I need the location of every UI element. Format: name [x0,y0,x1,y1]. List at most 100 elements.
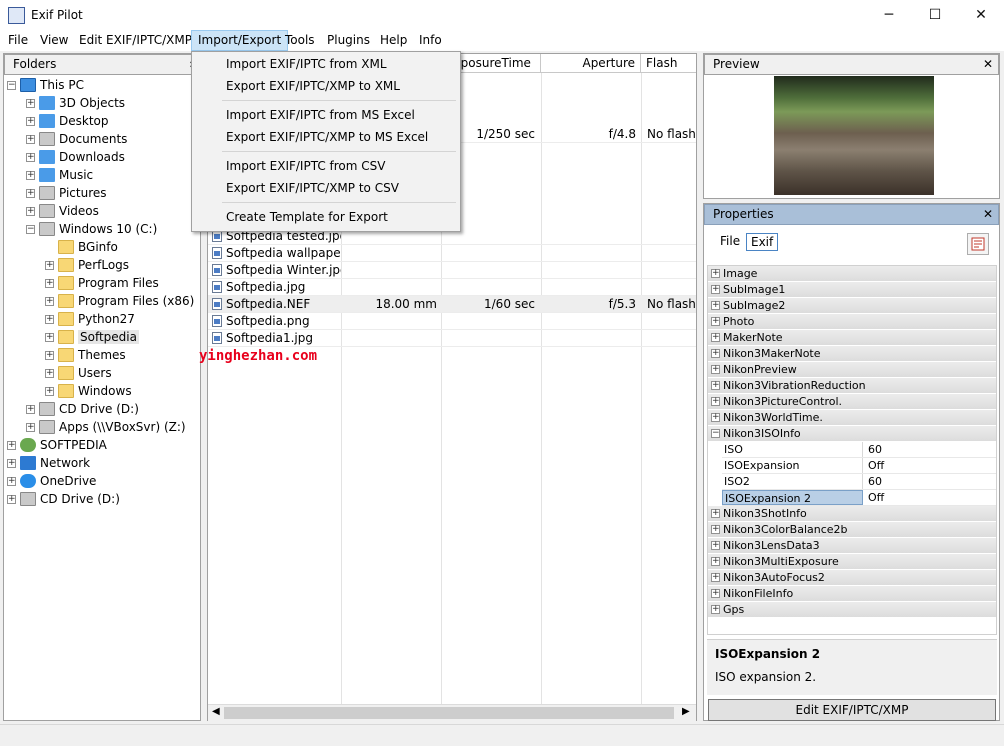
property-group[interactable]: − Nikon3ISOInfo [708,426,996,442]
menu-item-export-csv[interactable]: Export EXIF/IPTC/XMP to CSV [193,177,459,199]
expand-icon[interactable]: + [45,332,54,342]
expand-icon[interactable]: + [711,381,720,390]
property-row[interactable]: ISO2 60 [722,474,996,490]
collapse-icon[interactable]: − [7,80,16,90]
expand-icon[interactable]: + [711,397,720,406]
column-aperture[interactable]: Aperture [541,54,641,73]
property-group[interactable]: + Image [708,266,996,282]
property-group[interactable]: + Nikon3MakerNote [708,346,996,362]
tree-item[interactable]: + OneDrive [7,472,96,490]
expand-icon[interactable]: + [26,170,35,180]
file-row[interactable]: Softpedia.NEF 18.00 mm 1/60 sec f/5.3 No fla… [208,296,696,313]
expand-icon[interactable]: + [711,269,720,278]
file-row[interactable]: Softpedia.jpg [208,279,696,296]
tab-exif[interactable]: Exif [746,233,779,251]
expand-icon[interactable]: + [711,349,720,358]
expand-icon[interactable]: + [26,422,35,432]
expand-icon[interactable]: + [711,589,720,598]
menu-help[interactable]: Help [374,30,413,51]
tree-item[interactable]: + Softpedia [45,328,139,346]
menu-view[interactable]: View [34,30,74,51]
maximize-button[interactable]: ☐ [912,0,958,30]
expand-icon[interactable]: + [45,350,54,360]
property-group[interactable]: + Nikon3AutoFocus2 [708,570,996,586]
expand-icon[interactable]: + [26,116,35,126]
menu-info[interactable]: Info [413,30,448,51]
expand-icon[interactable]: + [711,605,720,614]
expand-icon[interactable]: + [7,476,16,486]
expand-icon[interactable]: + [45,386,54,396]
property-group[interactable]: + Nikon3ShotInfo [708,506,996,522]
property-group[interactable]: + Nikon3LensData3 [708,538,996,554]
expand-icon[interactable]: + [45,314,54,324]
tree-item[interactable]: + Apps (\\VBoxSvr) (Z:) [26,418,186,436]
property-group[interactable]: + NikonFileInfo [708,586,996,602]
tree-item[interactable]: + Music [26,166,93,184]
property-row[interactable]: ISO 60 [722,442,996,458]
menu-plugins[interactable]: Plugins [321,30,376,51]
expand-icon[interactable]: + [45,296,54,306]
property-group[interactable]: + NikonPreview [708,362,996,378]
expand-icon[interactable]: + [711,317,720,326]
tree-item[interactable]: +3D Objects [26,94,125,112]
property-group[interactable]: + SubImage2 [708,298,996,314]
close-properties-icon[interactable]: ✕ [983,205,993,224]
tree-item[interactable]: BGinfo [45,238,118,256]
tree-item[interactable]: + CD Drive (D:) [26,400,139,418]
expand-icon[interactable]: + [45,368,54,378]
menu-import-export[interactable]: Import/Export [191,30,289,51]
property-row[interactable]: ISOExpansion Off [722,458,996,474]
menu-item-import-csv[interactable]: Import EXIF/IPTC from CSV [193,155,459,177]
property-group[interactable]: + Nikon3PictureControl. [708,394,996,410]
property-group[interactable]: + Gps [708,602,996,618]
property-group[interactable]: + SubImage1 [708,282,996,298]
property-value[interactable]: Off [868,490,884,505]
tree-item[interactable]: + CD Drive (D:) [7,490,120,508]
tree-item[interactable]: + Program Files [45,274,159,292]
menu-item-import-xml[interactable]: Import EXIF/IPTC from XML [193,53,459,75]
expand-icon[interactable]: + [711,509,720,518]
tree-item[interactable]: + PerfLogs [45,256,129,274]
expand-icon[interactable]: + [7,440,16,450]
horizontal-scrollbar[interactable]: ◀ ▶ [208,704,696,721]
expand-icon[interactable]: + [711,573,720,582]
menu-item-export-excel[interactable]: Export EXIF/IPTC/XMP to MS Excel [193,126,459,148]
tree-item[interactable]: + Themes [45,346,126,364]
property-group[interactable]: + Nikon3MultiExposure [708,554,996,570]
file-row[interactable]: Softpedia Winter.jpg [208,262,696,279]
tree-item[interactable]: + Downloads [26,148,125,166]
property-group[interactable]: + Nikon3VibrationReduction [708,378,996,394]
scroll-right-icon[interactable]: ▶ [682,706,690,717]
expand-icon[interactable]: + [7,458,16,468]
expand-icon[interactable]: + [26,98,35,108]
property-value[interactable]: Off [868,458,884,473]
menu-item-import-excel[interactable]: Import EXIF/IPTC from MS Excel [193,104,459,126]
tree-item[interactable]: + Users [45,364,112,382]
menu-item-export-xml[interactable]: Export EXIF/IPTC/XMP to XML [193,75,459,97]
expand-icon[interactable]: + [711,285,720,294]
property-group[interactable]: + Nikon3ColorBalance2b [708,522,996,538]
property-group[interactable]: + Photo [708,314,996,330]
tree-item[interactable]: − This PC [7,76,84,94]
expand-icon[interactable]: + [26,152,35,162]
expand-icon[interactable]: + [711,333,720,342]
expand-icon[interactable]: + [711,541,720,550]
property-value[interactable]: 60 [868,442,882,457]
menu-edit-exif[interactable]: Edit EXIF/IPTC/XMP [73,30,198,51]
file-row[interactable]: Softpedia wallpape... [208,245,696,262]
tree-item[interactable]: + Desktop [26,112,109,130]
scroll-left-icon[interactable]: ◀ [212,706,220,717]
property-group[interactable]: + Nikon3WorldTime. [708,410,996,426]
file-row[interactable]: Softpedia1.jpg [208,330,696,347]
menu-item-create-template[interactable]: Create Template for Export [193,206,459,228]
expand-icon[interactable]: + [711,525,720,534]
menu-tools[interactable]: Tools [279,30,321,51]
property-group[interactable]: + MakerNote [708,330,996,346]
tree-item[interactable]: + Videos [26,202,99,220]
menu-file[interactable]: File [2,30,34,51]
property-row[interactable]: ISOExpansion 2 Off [722,490,996,506]
expand-icon[interactable]: + [45,260,54,270]
expand-icon[interactable]: + [26,134,35,144]
minimize-button[interactable]: ─ [866,0,912,30]
expand-icon[interactable]: + [45,278,54,288]
